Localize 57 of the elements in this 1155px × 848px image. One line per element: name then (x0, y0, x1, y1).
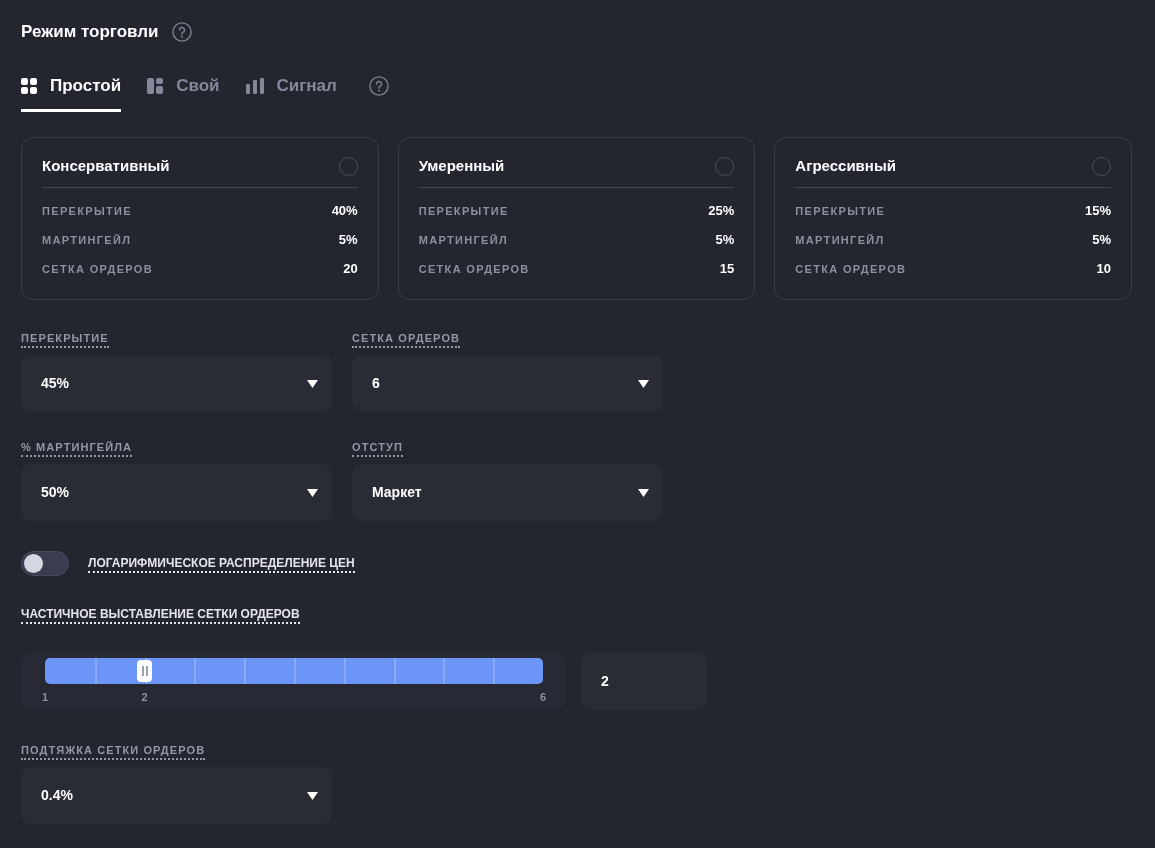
field-label: ОТСТУП (352, 439, 403, 457)
caret-icon (638, 379, 649, 388)
slider-track[interactable] (45, 658, 543, 684)
preset-title: Консервативный (42, 156, 170, 176)
parameter-value: 40% (331, 202, 358, 221)
dropdown[interactable]: 0.4% (21, 767, 332, 824)
field-label: СЕТКА ОРДЕРОВ (352, 330, 461, 348)
parameter-value: 15 (719, 260, 735, 279)
caret-icon (307, 488, 318, 497)
layout-icon (147, 78, 164, 94)
preset-card[interactable]: Умеренный ПЕРЕКРЫТИЕ 25% МАРТИНГЕЙЛ 5% СЕТКА ОРДЕРОВ 15 (397, 137, 756, 300)
parameter-label: ПЕРЕКРЫТИЕ (418, 203, 509, 219)
parameter-value: 5% (338, 231, 358, 250)
help-icon[interactable] (171, 22, 192, 42)
toggle-label: ЛОГАРИФМИЧЕСКОЕ РАСПРЕДЕЛЕНИЕ ЦЕН (88, 554, 355, 573)
tab[interactable]: Свой (147, 74, 220, 112)
preset-title: Умеренный (418, 156, 505, 176)
field-label: ПЕРЕКРЫТИЕ (21, 330, 109, 348)
value-input[interactable]: 2 (581, 653, 707, 710)
caret-icon (638, 488, 649, 497)
scale-label: 6 (539, 690, 547, 705)
help-icon[interactable] (368, 76, 389, 96)
parameter-value: 5% (715, 231, 735, 250)
section-title: Режим торговли (21, 21, 159, 43)
caret-icon (307, 791, 318, 800)
parameter-label: МАРТИНГЕЙЛ (418, 232, 508, 248)
preset-card[interactable]: Агрессивный ПЕРЕКРЫТИЕ 15% МАРТИНГЕЙЛ 5% СЕТКА ОРДЕРОВ 10 (774, 137, 1132, 300)
parameter-label: МАРТИНГЕЙЛ (42, 232, 132, 248)
parameter-value: 5% (1092, 231, 1111, 250)
preset-card[interactable]: Консервативный ПЕРЕКРЫТИЕ 40% МАРТИНГЕЙЛ 5% СЕТКА ОРДЕРОВ 20 (21, 137, 379, 300)
parameter-label: СЕТКА ОРДЕРОВ (418, 261, 530, 277)
parameter-label: ПЕРЕКРЫТИЕ (795, 203, 886, 219)
caret-icon (307, 379, 318, 388)
dropdown[interactable]: Маркет (352, 464, 663, 521)
section-label: ЧАСТИЧНОЕ ВЫСТАВЛЕНИЕ СЕТКИ ОРДЕРОВ (21, 606, 300, 624)
parameter-label: СЕТКА ОРДЕРОВ (795, 261, 907, 277)
field-label: ПОДТЯЖКА СЕТКИ ОРДЕРОВ (21, 742, 206, 760)
parameter-label: ПЕРЕКРЫТИЕ (42, 203, 132, 219)
tab[interactable]: Сигнал (245, 74, 337, 112)
parameter-value: 10 (1096, 260, 1111, 279)
dropdown[interactable]: 50% (21, 464, 332, 521)
parameter-value: 25% (708, 202, 735, 221)
grid-icon (21, 78, 37, 94)
dropdown[interactable]: 6 (352, 355, 663, 412)
parameter-label: МАРТИНГЕЙЛ (795, 232, 885, 248)
tab[interactable]: Простой (21, 74, 122, 112)
toggle-switch[interactable] (21, 551, 69, 576)
parameter-value: 20 (343, 260, 358, 279)
preset-title: Агрессивный (795, 156, 896, 176)
slider-thumb[interactable] (137, 660, 153, 682)
field-label: % МАРТИНГЕЙЛА (21, 439, 133, 457)
scale-label: 2 (141, 690, 148, 705)
scale-label: 1 (41, 690, 49, 705)
bar-chart-icon (245, 78, 264, 94)
parameter-value: 15% (1084, 202, 1111, 221)
parameter-label: СЕТКА ОРДЕРОВ (42, 261, 153, 277)
dropdown[interactable]: 45% (21, 355, 332, 412)
